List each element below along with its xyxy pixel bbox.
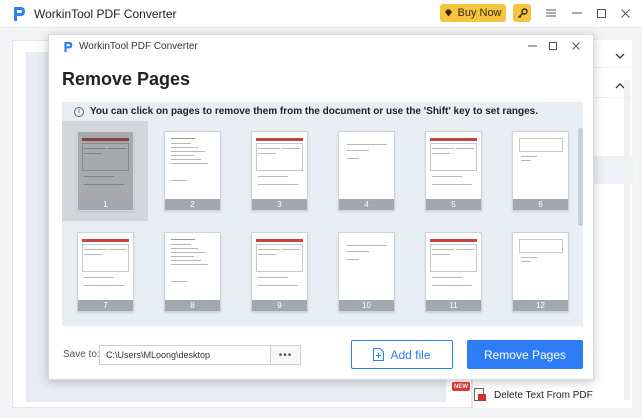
- chevron-down-icon[interactable]: [615, 50, 625, 62]
- page-number-label: 7: [78, 300, 133, 311]
- page-thumbnail[interactable]: 9: [236, 222, 322, 322]
- new-badge: NEW: [452, 382, 470, 391]
- page-thumbnail[interactable]: 5: [410, 121, 496, 221]
- remove-pages-button[interactable]: Remove Pages: [467, 340, 583, 369]
- page-preview: 8: [164, 232, 221, 312]
- page-thumbnail[interactable]: 3: [236, 121, 322, 221]
- delete-text-from-pdf-label[interactable]: Delete Text From PDF: [494, 390, 593, 401]
- diamond-icon: [445, 9, 453, 17]
- page-thumbnail[interactable]: 10: [323, 222, 409, 322]
- page-thumbnail[interactable]: 4: [323, 121, 409, 221]
- page-preview: 1: [77, 131, 134, 211]
- page-number-label: 4: [339, 199, 394, 210]
- page-number-label: 1: [78, 199, 133, 210]
- save-to-label: Save to:: [63, 349, 100, 360]
- page-preview: 4: [338, 131, 395, 211]
- browse-button[interactable]: •••: [271, 345, 301, 365]
- page-number-label: 10: [339, 300, 394, 311]
- page-number-label: 2: [165, 199, 220, 210]
- info-text: You can click on pages to remove them fr…: [90, 106, 539, 117]
- page-number-label: 11: [426, 300, 481, 311]
- close-icon[interactable]: [618, 5, 632, 21]
- key-button[interactable]: [513, 4, 531, 22]
- main-title-bar: WorkinTool PDF Converter Buy Now: [0, 0, 642, 28]
- key-icon: [517, 7, 528, 18]
- page-thumbnail[interactable]: 2: [149, 121, 235, 221]
- buy-now-label: Buy Now: [457, 7, 502, 19]
- page-preview: 11: [425, 232, 482, 312]
- app-logo-icon: [64, 42, 73, 52]
- page-preview: 10: [338, 232, 395, 312]
- maximize-icon[interactable]: [594, 5, 608, 21]
- grid-scrollbar-thumb[interactable]: [578, 128, 583, 226]
- page-thumbnail-grid: i You can click on pages to remove them …: [62, 102, 583, 326]
- save-path-input[interactable]: C:\Users\MLoong\desktop: [99, 345, 271, 365]
- page-number-label: 5: [426, 199, 481, 210]
- app-logo-icon: [14, 7, 25, 21]
- page-number-label: 6: [513, 199, 568, 210]
- page-number-label: 3: [252, 199, 307, 210]
- page-preview: 2: [164, 131, 221, 211]
- page-thumbnail[interactable]: 1: [62, 121, 148, 221]
- maximize-icon[interactable]: [546, 39, 560, 53]
- page-preview: 6: [512, 131, 569, 211]
- info-icon: i: [74, 106, 84, 117]
- page-thumbnail[interactable]: 7: [62, 222, 148, 322]
- add-file-button[interactable]: Add file: [351, 340, 453, 369]
- page-thumbnail[interactable]: 11: [410, 222, 496, 322]
- minimize-icon[interactable]: [525, 39, 539, 53]
- page-thumbnail[interactable]: 12: [497, 222, 583, 322]
- page-thumbnail[interactable]: 6: [497, 121, 583, 221]
- page-preview: 12: [512, 232, 569, 312]
- page-preview: 3: [251, 131, 308, 211]
- add-file-label: Add file: [390, 347, 431, 362]
- tool-list-scrollbar[interactable]: [624, 80, 630, 400]
- page-preview: 9: [251, 232, 308, 312]
- remove-pages-dialog: WorkinTool PDF Converter Remove Pages i …: [48, 34, 594, 380]
- page-number-label: 8: [165, 300, 220, 311]
- minimize-icon[interactable]: [570, 5, 584, 21]
- page-preview: 7: [77, 232, 134, 312]
- page-number-label: 9: [252, 300, 307, 311]
- page-preview: 5: [425, 131, 482, 211]
- close-icon[interactable]: [569, 39, 583, 53]
- add-file-icon: [373, 348, 385, 361]
- page-title: Remove Pages: [62, 69, 191, 89]
- app-title: WorkinTool PDF Converter: [34, 7, 177, 21]
- buy-now-button[interactable]: Buy Now: [440, 4, 506, 22]
- info-message: i You can click on pages to remove them …: [74, 106, 538, 117]
- menu-icon[interactable]: [544, 5, 558, 21]
- page-number-label: 12: [513, 300, 568, 311]
- page-thumbnail[interactable]: 8: [149, 222, 235, 322]
- dialog-title-bar: WorkinTool PDF Converter: [49, 35, 593, 59]
- dialog-title: WorkinTool PDF Converter: [79, 41, 198, 52]
- pdf-file-icon: [474, 388, 486, 401]
